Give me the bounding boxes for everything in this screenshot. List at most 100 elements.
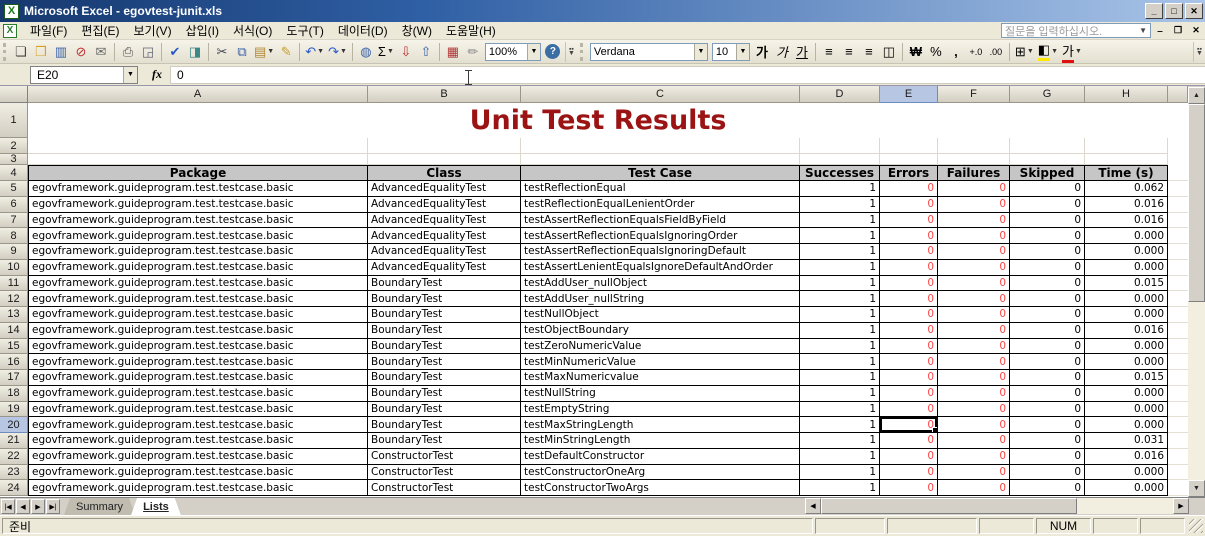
row-header-11[interactable]: 11: [0, 275, 28, 292]
data-cell[interactable]: AdvancedEqualityTest: [368, 212, 521, 229]
data-cell[interactable]: 0: [938, 181, 1010, 197]
column-header-e[interactable]: E: [880, 86, 938, 103]
data-cell[interactable]: ConstructorTest: [368, 464, 521, 481]
menu-item-o[interactable]: 서식(O): [226, 23, 279, 39]
row-header-4[interactable]: 4: [0, 165, 28, 181]
row-header-14[interactable]: 14: [0, 322, 28, 339]
data-cell[interactable]: 0: [1010, 196, 1085, 213]
print-button[interactable]: ⎙: [118, 42, 138, 62]
minimize-button[interactable]: _: [1145, 3, 1163, 19]
data-cell[interactable]: 1: [800, 259, 880, 276]
row-header-15[interactable]: 15: [0, 338, 28, 355]
data-cell[interactable]: 0: [1010, 417, 1085, 433]
workbook-minimize-button[interactable]: ‒: [1152, 24, 1168, 38]
toolbar-drag-handle[interactable]: [579, 42, 585, 61]
data-cell[interactable]: 0.000: [1085, 307, 1168, 323]
data-cell[interactable]: testEmptyString: [521, 401, 800, 418]
drawing-button[interactable]: ✏: [463, 42, 483, 62]
select-all-corner[interactable]: [0, 86, 28, 103]
data-cell[interactable]: 0: [1010, 181, 1085, 197]
data-cell[interactable]: BoundaryTest: [368, 417, 521, 433]
row-header-16[interactable]: 16: [0, 354, 28, 370]
align-right-button[interactable]: ≡: [859, 42, 879, 62]
data-cell[interactable]: 0: [1010, 480, 1085, 496]
hyperlink-button[interactable]: ◍: [356, 42, 376, 62]
data-cell[interactable]: 0.062: [1085, 181, 1168, 197]
data-cell[interactable]: BoundaryTest: [368, 385, 521, 402]
data-cell[interactable]: AdvancedEqualityTest: [368, 181, 521, 197]
font-color-button[interactable]: 가 ▼: [1060, 42, 1084, 63]
data-cell[interactable]: 0.000: [1085, 338, 1168, 355]
data-cell[interactable]: 0: [1010, 291, 1085, 307]
empty-cell[interactable]: [521, 138, 800, 154]
data-cell[interactable]: egovframework.guideprogram.test.testcase…: [28, 275, 368, 292]
data-cell[interactable]: 0: [880, 433, 938, 449]
font-name-combobox[interactable]: Verdana ▼: [589, 42, 708, 61]
borders-button[interactable]: ⊞ ▼: [1013, 42, 1036, 62]
table-header-cell[interactable]: Class: [368, 165, 521, 181]
data-cell[interactable]: egovframework.guideprogram.test.testcase…: [28, 480, 368, 496]
data-cell[interactable]: 0: [938, 307, 1010, 323]
data-cell[interactable]: 1: [800, 385, 880, 402]
data-cell[interactable]: testAssertReflectionEqualsIgnoringOrder: [521, 228, 800, 244]
menu-item-i[interactable]: 삽입(I): [179, 23, 226, 39]
row-header-22[interactable]: 22: [0, 448, 28, 465]
new-document-button[interactable]: ❏: [11, 42, 31, 62]
scroll-down-icon[interactable]: ▼: [1188, 480, 1205, 497]
copy-button[interactable]: ⧉: [232, 42, 252, 62]
data-cell[interactable]: 0.016: [1085, 212, 1168, 229]
data-cell[interactable]: 0: [880, 181, 938, 197]
data-cell[interactable]: testReflectionEqualLenientOrder: [521, 196, 800, 213]
data-cell[interactable]: testZeroNumericValue: [521, 338, 800, 355]
underline-button[interactable]: 가: [792, 42, 812, 62]
sheet-tab-summary[interactable]: Summary: [64, 498, 135, 515]
data-cell[interactable]: testConstructorOneArg: [521, 464, 800, 481]
data-cell[interactable]: BoundaryTest: [368, 275, 521, 292]
vertical-scrollbar-thumb[interactable]: [1188, 104, 1205, 302]
data-cell[interactable]: 1: [800, 228, 880, 244]
row-header-5[interactable]: 5: [0, 181, 28, 197]
data-cell[interactable]: egovframework.guideprogram.test.testcase…: [28, 181, 368, 197]
data-cell[interactable]: 1: [800, 401, 880, 418]
data-cell[interactable]: 0: [938, 338, 1010, 355]
font-size-combobox[interactable]: 10 ▼: [711, 42, 750, 61]
data-cell[interactable]: 0.016: [1085, 196, 1168, 213]
data-cell[interactable]: 0.000: [1085, 417, 1168, 433]
data-cell[interactable]: AdvancedEqualityTest: [368, 244, 521, 260]
data-cell[interactable]: 0: [938, 291, 1010, 307]
menu-item-e[interactable]: 편집(E): [74, 23, 126, 39]
data-cell[interactable]: 1: [800, 417, 880, 433]
data-cell[interactable]: 0: [938, 464, 1010, 481]
empty-cell[interactable]: [800, 154, 880, 165]
data-cell[interactable]: egovframework.guideprogram.test.testcase…: [28, 338, 368, 355]
data-cell[interactable]: 0.000: [1085, 401, 1168, 418]
menu-item-d[interactable]: 데이터(D): [331, 23, 395, 39]
data-cell[interactable]: 0: [938, 417, 1010, 433]
menu-item-w[interactable]: 창(W): [395, 23, 439, 39]
data-cell[interactable]: testAddUser_nullObject: [521, 275, 800, 292]
increase-decimal-button[interactable]: +.0: [966, 42, 986, 62]
decrease-decimal-button[interactable]: .00: [986, 42, 1006, 62]
data-cell[interactable]: 0: [938, 354, 1010, 370]
data-cell[interactable]: 0: [880, 291, 938, 307]
redo-button[interactable]: ↷ ▼: [326, 42, 349, 62]
data-cell[interactable]: 0: [880, 480, 938, 496]
empty-cell[interactable]: [938, 154, 1010, 165]
horizontal-scrollbar[interactable]: ◀ ▶: [805, 498, 1189, 514]
data-cell[interactable]: 1: [800, 212, 880, 229]
data-cell[interactable]: BoundaryTest: [368, 354, 521, 370]
row-header-8[interactable]: 8: [0, 228, 28, 244]
data-cell[interactable]: 0.015: [1085, 275, 1168, 292]
data-cell[interactable]: 1: [800, 433, 880, 449]
save-button[interactable]: ▥: [51, 42, 71, 62]
empty-cell[interactable]: [1085, 154, 1168, 165]
data-cell[interactable]: egovframework.guideprogram.test.testcase…: [28, 244, 368, 260]
empty-cell[interactable]: [368, 138, 521, 154]
data-cell[interactable]: testDefaultConstructor: [521, 448, 800, 465]
data-cell[interactable]: 0: [1010, 433, 1085, 449]
row-header-18[interactable]: 18: [0, 385, 28, 402]
empty-cell[interactable]: [368, 154, 521, 165]
table-header-cell[interactable]: Package: [28, 165, 368, 181]
table-header-cell[interactable]: Errors: [880, 165, 938, 181]
data-cell[interactable]: egovframework.guideprogram.test.testcase…: [28, 354, 368, 370]
